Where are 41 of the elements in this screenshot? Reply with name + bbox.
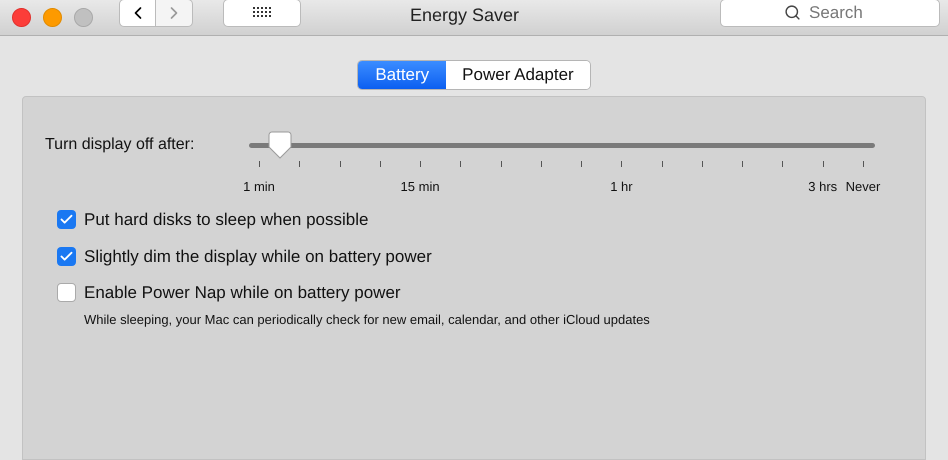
slider-tick [782, 161, 784, 167]
slider-tick [380, 161, 381, 167]
tick-label: 15 min [400, 178, 440, 196]
search-icon [784, 4, 801, 20]
tick-label: Never [846, 178, 880, 196]
option-description: While sleeping, your Mac can periodically check for new email, calendar, and other iCloud updates [84, 310, 651, 329]
minimize-icon[interactable] [43, 8, 62, 27]
slider-thumb[interactable] [268, 131, 292, 159]
checkbox-label: Put hard disks to sleep when possible [84, 209, 368, 231]
tick-label: 1 min [243, 178, 275, 196]
grid-icon [253, 6, 271, 18]
tick-label: 1 hr [610, 178, 633, 196]
checkbox[interactable] [57, 283, 76, 302]
search-field[interactable]: Search [720, 0, 940, 26]
checkbox-label: Enable Power Nap while on battery power [84, 282, 401, 304]
slider[interactable] [249, 131, 875, 159]
window-title: Energy Saver [410, 4, 520, 27]
slider-tick [500, 161, 502, 167]
slider-tick [822, 161, 824, 167]
slider-tick [420, 161, 422, 167]
slider-tick [299, 161, 300, 167]
checkbox-label: Slightly dim the display while on battery power [84, 246, 432, 268]
zoom-icon[interactable] [74, 8, 93, 27]
slider-tick [540, 161, 542, 167]
show-all-button[interactable] [223, 0, 301, 26]
slider-tick [340, 161, 341, 167]
slider-tick [581, 161, 582, 167]
checkbox[interactable] [57, 210, 76, 230]
slider-tick [621, 161, 622, 167]
slider-tick [259, 161, 260, 167]
checkbox[interactable] [57, 246, 76, 266]
back-button[interactable] [119, 0, 156, 26]
slider-tick [702, 161, 703, 167]
slider-tick [662, 161, 663, 167]
slider-label: Turn display off after: [45, 135, 196, 155]
slider-tick [460, 161, 462, 167]
slider-tick [742, 161, 744, 167]
close-icon[interactable] [12, 8, 31, 27]
slider-tick [863, 161, 864, 167]
tick-label: 3 hrs [808, 178, 838, 196]
tab[interactable]: Battery [358, 61, 446, 89]
